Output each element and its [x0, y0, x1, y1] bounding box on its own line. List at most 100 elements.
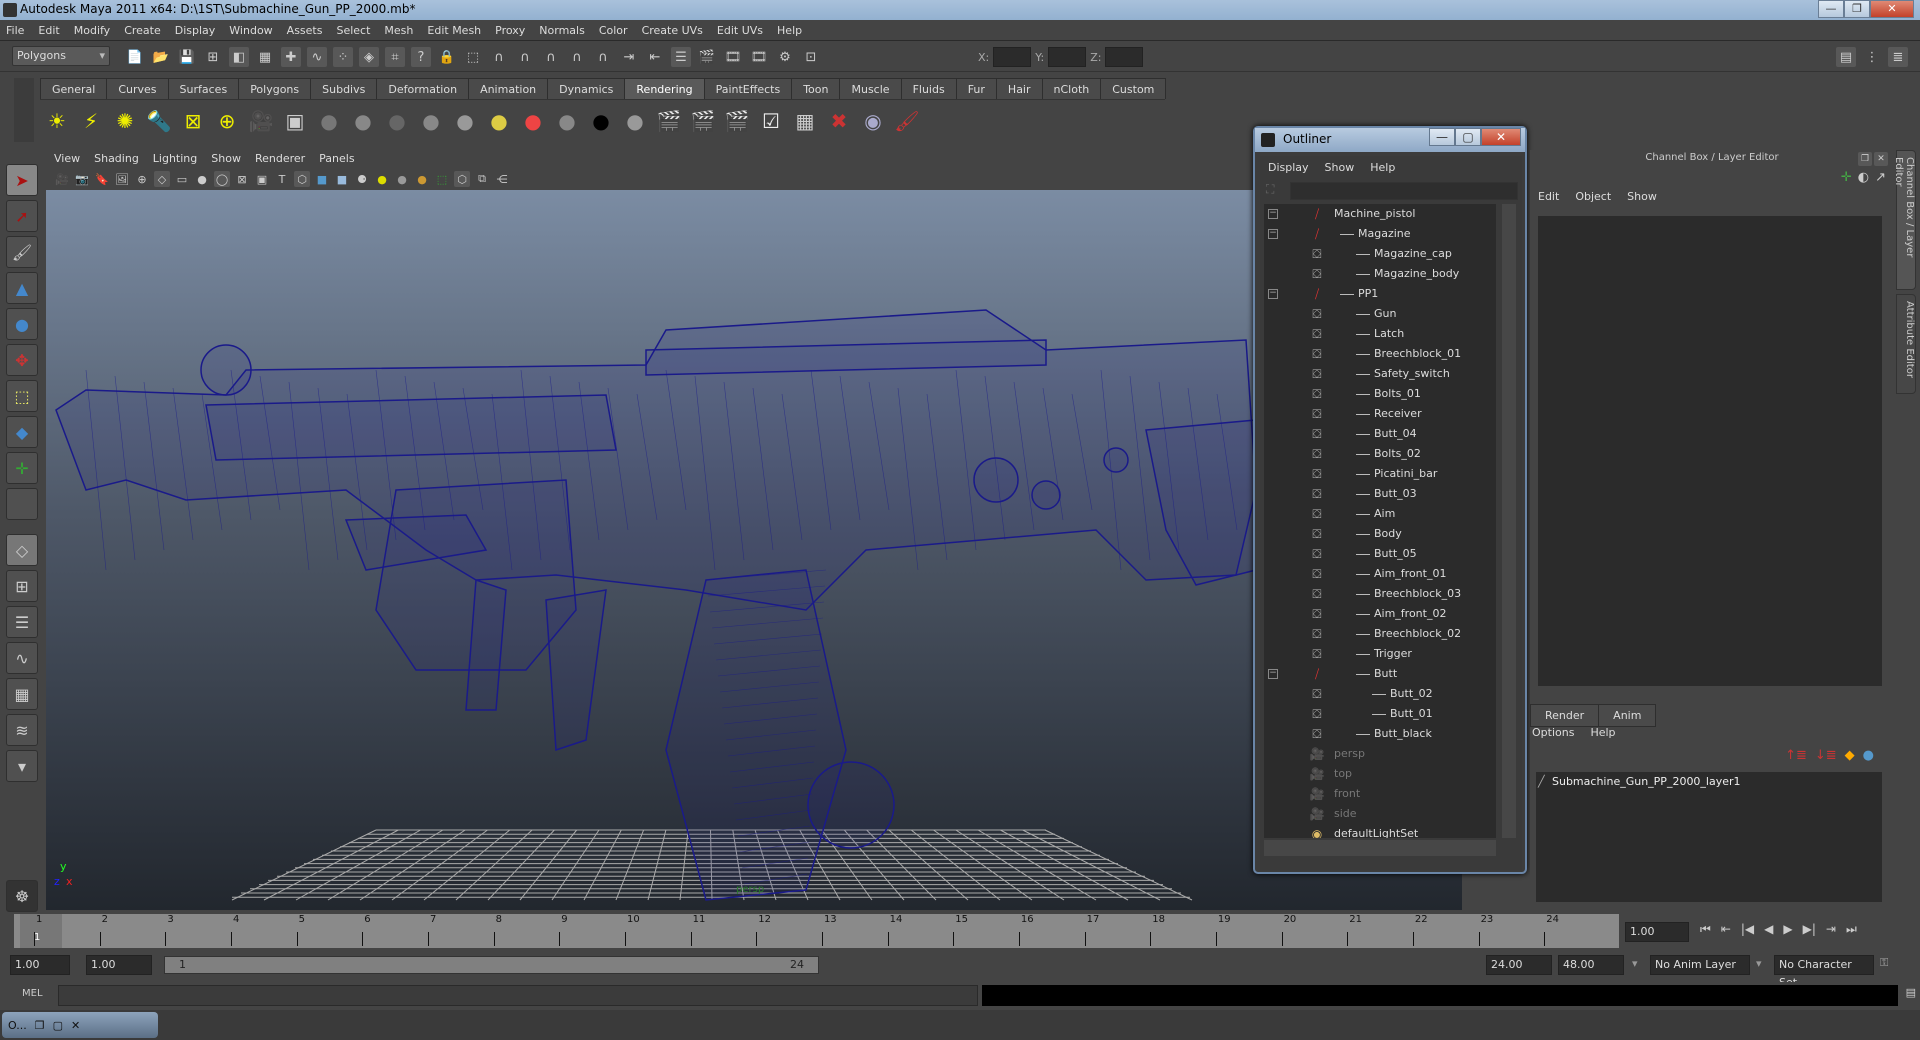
collapse-toggle-icon[interactable]: −: [1268, 669, 1278, 679]
paint-select-tool-icon[interactable]: 🖌: [6, 236, 38, 268]
menu-edit-uvs[interactable]: Edit UVs: [717, 24, 763, 37]
move-tool-icon[interactable]: ▲: [6, 272, 38, 304]
gate-mask-icon[interactable]: ◯: [214, 171, 230, 187]
hyperbolic-icon[interactable]: ↗: [1875, 170, 1886, 185]
film-gate-icon[interactable]: ▭: [174, 171, 190, 187]
transform-mode-icon[interactable]: ⊡: [801, 47, 821, 67]
show-manipulator-icon[interactable]: ✛: [6, 452, 38, 484]
shelf-tab-hair[interactable]: Hair: [995, 78, 1043, 99]
outliner-item[interactable]: ⛋ Picatini_bar: [1264, 464, 1496, 484]
minimized-close-icon[interactable]: ✕: [71, 1019, 80, 1032]
tool-settings-icon[interactable]: ⋮: [1862, 47, 1882, 67]
menu-edit[interactable]: Edit: [38, 24, 59, 37]
anisotropic-icon[interactable]: ●: [314, 106, 344, 136]
bookmarks-icon[interactable]: 🔖: [94, 171, 110, 187]
outliner-item[interactable]: ⛋ Trigger: [1264, 644, 1496, 664]
render-frame-icon[interactable]: 🎞: [723, 47, 743, 67]
output-ops-icon[interactable]: ⇤: [645, 47, 665, 67]
viewport-menu-show[interactable]: Show: [211, 152, 241, 165]
last-tool-icon[interactable]: [6, 488, 38, 520]
magnet-3-icon[interactable]: ∩: [567, 47, 587, 67]
outliner-item[interactable]: − ⧸ PP1: [1264, 284, 1496, 304]
universal-manipulator-icon[interactable]: ⬚: [6, 380, 38, 412]
lasso-tool-icon[interactable]: ➚: [6, 200, 38, 232]
collapse-toggle-icon[interactable]: −: [1268, 289, 1278, 299]
minimize-button[interactable]: —: [1818, 0, 1844, 18]
wireframe-on-shaded-icon[interactable]: ■: [334, 171, 350, 187]
close-button[interactable]: ✕: [1870, 0, 1914, 18]
viewport-menu-shading[interactable]: Shading: [94, 152, 139, 165]
outliner-item[interactable]: ⛋ Bolts_01: [1264, 384, 1496, 404]
collapse-toggle-icon[interactable]: −: [1268, 229, 1278, 239]
camera-icon[interactable]: 🎥: [246, 106, 276, 136]
single-perspective-layout-icon[interactable]: ◇: [6, 534, 38, 566]
outliner-menu-show[interactable]: Show: [1325, 161, 1355, 174]
outliner-item[interactable]: ⛋ Breechblock_02: [1264, 624, 1496, 644]
scale-tool-icon[interactable]: ✥: [6, 344, 38, 376]
spot-light-icon[interactable]: 🔦: [144, 106, 174, 136]
shelf-tab-fluids[interactable]: Fluids: [900, 78, 957, 99]
outliner-item[interactable]: ⛋ Aim_front_01: [1264, 564, 1496, 584]
material-icon[interactable]: ◉: [858, 106, 888, 136]
playback-start-field[interactable]: 1.00: [86, 955, 152, 975]
new-layer-selected-icon[interactable]: ●: [1863, 748, 1874, 763]
menu-help[interactable]: Help: [777, 24, 802, 37]
shelf-tab-general[interactable]: General: [40, 78, 108, 99]
collapse-toggle-icon[interactable]: −: [1268, 209, 1278, 219]
side-tab-attribute-editor[interactable]: Attribute Editor: [1896, 294, 1916, 394]
shelf-tab-painteffects[interactable]: PaintEffects: [703, 78, 793, 99]
play-backwards-button[interactable]: ◀: [1764, 922, 1773, 937]
xray-active-icon[interactable]: ⋲: [494, 171, 510, 187]
restore-button[interactable]: ❐: [1844, 0, 1870, 18]
phonge-icon[interactable]: ●: [450, 106, 480, 136]
input-ops-icon[interactable]: ⇥: [619, 47, 639, 67]
layered-shader-icon[interactable]: ●: [484, 106, 514, 136]
time-slider[interactable]: 1 1 2 3 4 5 6 7 8 9 10 11 12 13 14 15 16 17 18 19 20 21 22 23 2…: [14, 914, 1619, 948]
render-view-icon[interactable]: 🎬: [697, 47, 717, 67]
scene-view[interactable]: y x z persp: [46, 190, 1462, 910]
snap-view-plane-icon[interactable]: ◈: [359, 47, 379, 67]
y-field[interactable]: [1048, 47, 1087, 67]
rotate-tool-icon[interactable]: ●: [6, 308, 38, 340]
menu-create[interactable]: Create: [124, 24, 161, 37]
volume-light-icon[interactable]: ⊕: [212, 106, 242, 136]
outliner-maximize-button[interactable]: ▢: [1455, 128, 1481, 146]
surface-shader-icon[interactable]: ●: [586, 106, 616, 136]
layer-tab-anim[interactable]: Anim: [1598, 704, 1657, 727]
minimized-restore-icon[interactable]: ❐: [35, 1019, 45, 1032]
shelf-tab-muscle[interactable]: Muscle: [839, 78, 902, 99]
magnet-4-icon[interactable]: ∩: [593, 47, 613, 67]
current-frame-field[interactable]: 1.00: [1625, 922, 1689, 942]
render-settings-icon[interactable]: ⚙: [775, 47, 795, 67]
script-editor-icon[interactable]: ▤: [1906, 986, 1916, 999]
high-quality-icon[interactable]: ●: [414, 171, 430, 187]
outliner-minimize-button[interactable]: —: [1429, 128, 1455, 146]
select-camera-icon[interactable]: 🎥: [54, 171, 70, 187]
shelf-tab-dynamics[interactable]: Dynamics: [547, 78, 626, 99]
go-to-end-button[interactable]: ⏭: [1846, 922, 1857, 937]
isolate-select-icon[interactable]: ⬚: [434, 171, 450, 187]
layer-tab-render[interactable]: Render: [1530, 704, 1600, 727]
end-time-field[interactable]: 48.00: [1558, 955, 1624, 975]
phong-icon[interactable]: ●: [416, 106, 446, 136]
shelf-tab-ncloth[interactable]: nCloth: [1041, 78, 1102, 99]
menu-set-select[interactable]: Polygons: [12, 46, 110, 66]
hypershade-persp-layout-icon[interactable]: ▦: [6, 678, 38, 710]
outliner-item[interactable]: ⛋ Aim_front_02: [1264, 604, 1496, 624]
channel-menu-object[interactable]: Object: [1575, 190, 1611, 203]
new-layer-icon[interactable]: ◆: [1845, 748, 1855, 763]
step-forward-frame-button[interactable]: ▶|: [1803, 922, 1816, 937]
outliner-item[interactable]: ⛋ Safety_switch: [1264, 364, 1496, 384]
outliner-item[interactable]: 🎥 front: [1264, 784, 1496, 804]
wireframe-icon[interactable]: ⬡: [294, 171, 310, 187]
blinn-icon[interactable]: ●: [348, 106, 378, 136]
menu-window[interactable]: Window: [229, 24, 272, 37]
xray-icon[interactable]: ⬡: [454, 171, 470, 187]
snap-grid-icon[interactable]: ✚: [281, 47, 301, 67]
move-layer-down-icon[interactable]: ↓≣: [1815, 748, 1837, 763]
outliner-item[interactable]: ⛋ Butt_04: [1264, 424, 1496, 444]
menu-proxy[interactable]: Proxy: [495, 24, 525, 37]
four-view-layout-icon[interactable]: ⊞: [6, 570, 38, 602]
outliner-item[interactable]: ⛋ Latch: [1264, 324, 1496, 344]
xray-joints-icon[interactable]: ⧉: [474, 171, 490, 187]
